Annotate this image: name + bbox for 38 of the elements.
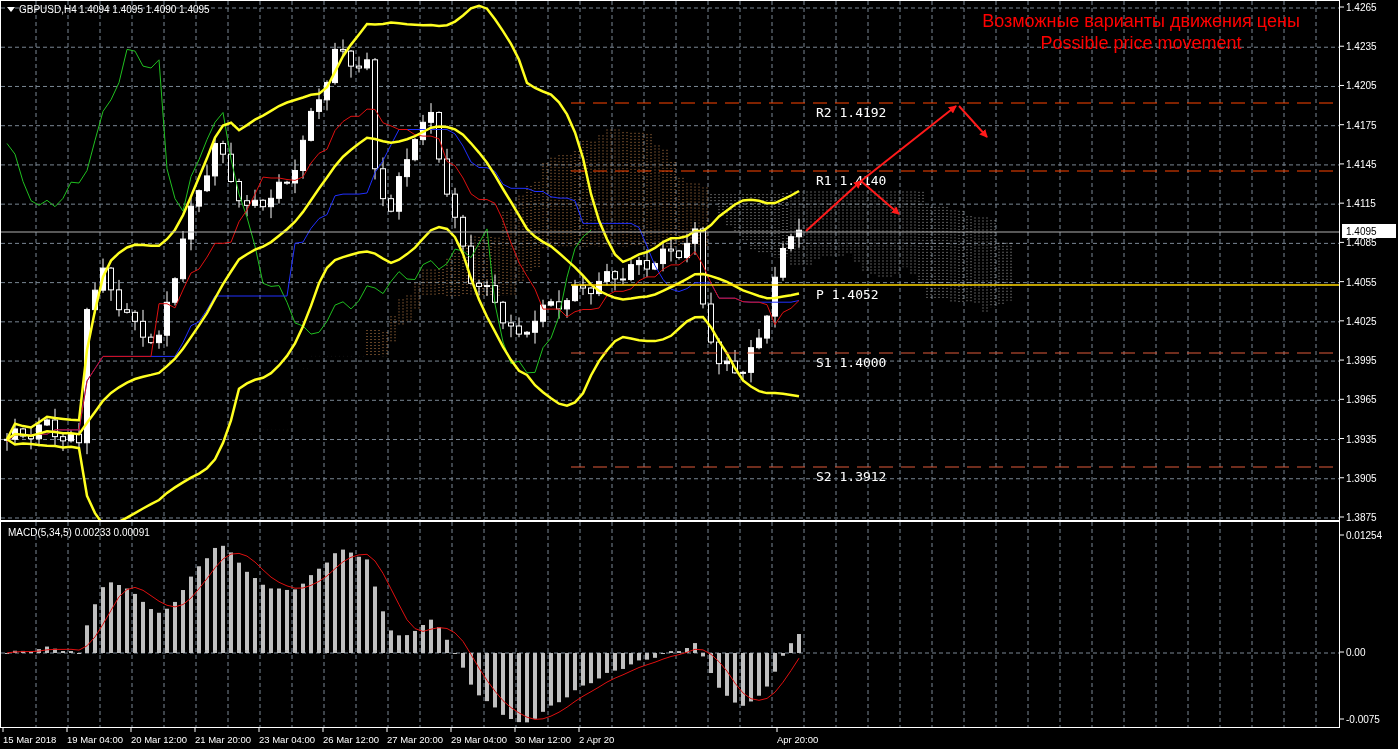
ohlc-quotes: 1.4094 1.4095 1.4090 1.4095: [79, 4, 210, 15]
time-tick-label: 19 Mar 04:00: [67, 734, 123, 745]
annotation-text: Возможные варианты движения цены: [982, 11, 1300, 31]
pivot-level-label: S1 1.4000: [816, 355, 887, 370]
pivot-level-label: S2 1.3912: [816, 469, 887, 484]
pivot-level-label: R2 1.4192: [816, 105, 887, 120]
symbol-label: GBPUSD,H4: [19, 4, 77, 15]
pivot-level-label: P 1.4052: [816, 287, 879, 302]
time-tick-label: 23 Mar 04:00: [259, 734, 315, 745]
price-tick-label: 1.4235: [1346, 41, 1377, 53]
macd-tick-label: -0.0075: [1346, 714, 1380, 725]
macd-label: MACD(5,34,5) 0.00233 0.00091: [8, 527, 150, 538]
time-tick-label: 20 Mar 12:00: [131, 734, 187, 745]
time-tick-label: 15 Mar 2018: [3, 734, 57, 745]
price-tick-label: 1.3965: [1346, 394, 1377, 406]
price-tick-label: 1.4025: [1346, 315, 1377, 327]
macd-tick-label: 0.00: [1346, 647, 1366, 658]
price-tick-label: 1.3875: [1346, 512, 1377, 521]
price-tick-label: 1.4085: [1346, 237, 1377, 249]
time-tick-label: 2 Apr 20: [579, 734, 615, 745]
time-tick-label: 26 Mar 12:00: [323, 734, 379, 745]
current-price-tag: 1.4095: [1342, 224, 1396, 238]
time-tick-label: 29 Mar 04:00: [451, 734, 507, 745]
time-tick-label: 27 Mar 20:00: [387, 734, 443, 745]
price-tick-label: 1.4265: [1346, 2, 1377, 13]
price-tick-label: 1.4205: [1346, 80, 1377, 92]
price-tick-label: 1.4145: [1346, 158, 1377, 170]
time-tick-label: 30 Mar 12:00: [515, 734, 571, 745]
price-tick-label: 1.4055: [1346, 276, 1377, 288]
annotation-text: Possible price movement: [1040, 33, 1242, 53]
price-tick-label: 1.3905: [1346, 472, 1377, 484]
price-tick-label: 1.3995: [1346, 355, 1377, 367]
price-tick-label: 1.3935: [1346, 433, 1377, 445]
time-tick-label: 21 Mar 20:00: [195, 734, 251, 745]
time-tick-label: Apr 20:00: [777, 734, 819, 745]
price-tick-label: 1.4175: [1346, 119, 1377, 131]
macd-tick-label: 0.01254: [1346, 530, 1383, 541]
price-tick-label: 1.4115: [1346, 198, 1376, 210]
